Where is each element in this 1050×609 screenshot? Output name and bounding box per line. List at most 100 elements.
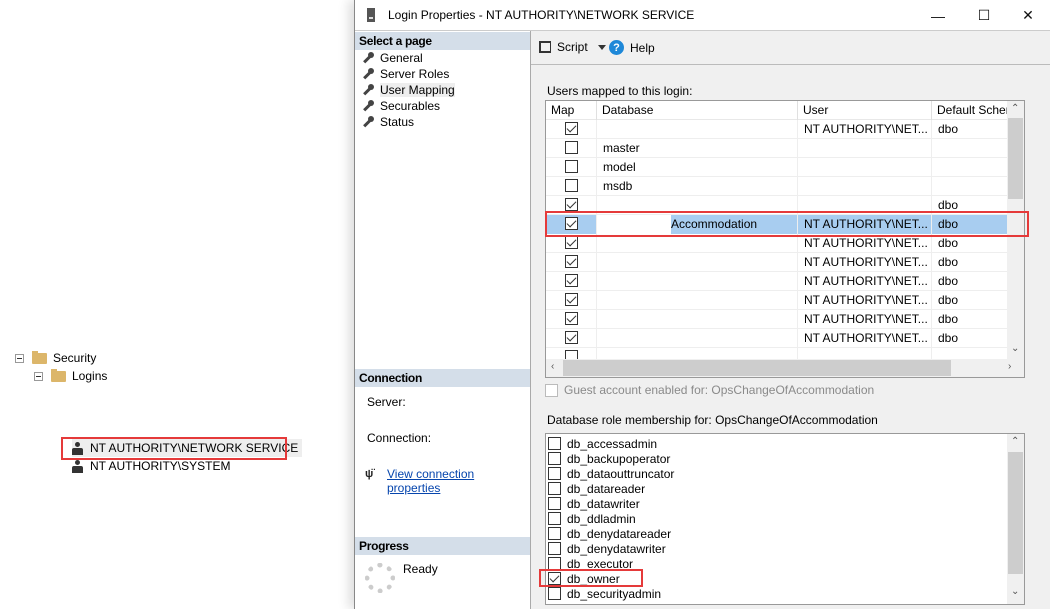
cell-map[interactable] bbox=[546, 215, 597, 234]
role-checkbox[interactable] bbox=[548, 452, 561, 465]
role-item[interactable]: db_datawriter bbox=[548, 496, 640, 511]
role-item[interactable]: db_dataouttruncator bbox=[548, 466, 674, 481]
cell-user[interactable]: NT AUTHORITY\NET... bbox=[798, 291, 932, 310]
chevron-down-icon[interactable] bbox=[597, 44, 606, 50]
map-checkbox[interactable] bbox=[564, 255, 578, 268]
table-row[interactable]: NT AUTHORITY\NET... dbo bbox=[546, 272, 1023, 291]
scroll-up-icon[interactable]: ⌃ bbox=[1011, 436, 1019, 447]
cell-map[interactable] bbox=[546, 291, 597, 310]
role-checkbox[interactable] bbox=[548, 542, 561, 555]
scroll-down-icon[interactable]: ⌄ bbox=[1011, 586, 1019, 597]
role-item[interactable]: db_backupoperator bbox=[548, 451, 670, 466]
cell-map[interactable] bbox=[546, 310, 597, 329]
cell-user[interactable] bbox=[798, 196, 932, 215]
map-checkbox[interactable] bbox=[564, 122, 578, 135]
cell-database[interactable] bbox=[597, 234, 798, 253]
cell-map[interactable] bbox=[546, 139, 597, 158]
scrollbar-thumb[interactable] bbox=[563, 360, 951, 376]
cell-user[interactable]: NT AUTHORITY\NET... bbox=[798, 120, 932, 139]
role-checkbox[interactable] bbox=[548, 512, 561, 525]
cell-database[interactable] bbox=[597, 272, 798, 291]
role-item[interactable]: db_ddladmin bbox=[548, 511, 636, 526]
cell-database[interactable] bbox=[597, 310, 798, 329]
column-header-database[interactable]: Database bbox=[597, 101, 798, 120]
role-item[interactable]: db_denydatawriter bbox=[548, 541, 666, 556]
collapse-icon[interactable] bbox=[34, 371, 43, 381]
role-item[interactable]: db_denydatareader bbox=[548, 526, 671, 541]
cell-database[interactable]: model bbox=[597, 158, 798, 177]
guest-account-checkbox[interactable]: Guest account enabled for: OpsChangeOfAc… bbox=[545, 383, 874, 397]
table-row[interactable]: NT AUTHORITY\NET... dbo bbox=[546, 120, 1023, 139]
scroll-right-icon[interactable]: › bbox=[1008, 361, 1011, 372]
role-item[interactable]: db_executor bbox=[548, 556, 633, 571]
minimize-button[interactable]: — bbox=[915, 0, 961, 31]
tree-node-network-service[interactable]: NT AUTHORITY\NETWORK SERVICE bbox=[72, 439, 303, 457]
scroll-down-icon[interactable]: ⌄ bbox=[1011, 343, 1019, 354]
role-item[interactable]: db_owner bbox=[548, 571, 620, 586]
map-checkbox[interactable] bbox=[564, 293, 578, 306]
scroll-left-icon[interactable]: ‹ bbox=[551, 361, 554, 372]
cell-database[interactable] bbox=[597, 329, 798, 348]
scrollbar-thumb[interactable] bbox=[1008, 452, 1023, 574]
collapse-icon[interactable] bbox=[15, 353, 24, 363]
page-user-mapping[interactable]: User Mapping bbox=[362, 82, 455, 98]
cell-map[interactable] bbox=[546, 329, 597, 348]
vertical-scrollbar[interactable]: ⌃ ⌄ bbox=[1007, 434, 1024, 604]
role-checkbox[interactable] bbox=[548, 527, 561, 540]
cell-user[interactable]: NT AUTHORITY\NET... bbox=[798, 329, 932, 348]
table-row[interactable]: msdb bbox=[546, 177, 1023, 196]
role-checkbox[interactable] bbox=[548, 437, 561, 450]
role-checkbox[interactable] bbox=[548, 557, 561, 570]
page-server-roles[interactable]: Server Roles bbox=[362, 66, 449, 82]
table-row[interactable]: model bbox=[546, 158, 1023, 177]
cell-user[interactable] bbox=[798, 158, 932, 177]
cell-user[interactable]: NT AUTHORITY\NET... bbox=[798, 272, 932, 291]
cell-user[interactable]: NT AUTHORITY\NET... bbox=[798, 215, 932, 234]
table-row[interactable]: NT AUTHORITY\NET... dbo bbox=[546, 291, 1023, 310]
cell-database[interactable] bbox=[597, 196, 798, 215]
help-button[interactable]: ? Help bbox=[609, 40, 655, 55]
cell-user[interactable] bbox=[798, 177, 932, 196]
tree-node-logins[interactable]: Logins bbox=[34, 367, 107, 385]
cell-database[interactable] bbox=[597, 291, 798, 310]
cell-database[interactable]: Accommodation bbox=[597, 215, 798, 234]
cell-user[interactable]: NT AUTHORITY\NET... bbox=[798, 253, 932, 272]
map-checkbox[interactable] bbox=[564, 331, 578, 344]
cell-map[interactable] bbox=[546, 196, 597, 215]
cell-user[interactable]: NT AUTHORITY\NET... bbox=[798, 310, 932, 329]
table-row[interactable]: NT AUTHORITY\NET... dbo bbox=[546, 234, 1023, 253]
map-checkbox[interactable] bbox=[564, 236, 578, 249]
cell-map[interactable] bbox=[546, 177, 597, 196]
role-item[interactable]: db_datareader bbox=[548, 481, 645, 496]
cell-database[interactable]: master bbox=[597, 139, 798, 158]
map-checkbox[interactable] bbox=[564, 312, 578, 325]
role-checkbox[interactable] bbox=[548, 587, 561, 600]
role-item[interactable]: db_accessadmin bbox=[548, 436, 657, 451]
page-status[interactable]: Status bbox=[362, 114, 414, 130]
maximize-button[interactable]: ☐ bbox=[961, 0, 1007, 31]
role-checkbox[interactable] bbox=[548, 467, 561, 480]
horizontal-scrollbar[interactable]: ‹ › bbox=[546, 359, 1024, 377]
cell-map[interactable] bbox=[546, 234, 597, 253]
map-checkbox[interactable] bbox=[564, 141, 578, 154]
tree-node-security[interactable]: Security bbox=[15, 349, 96, 367]
close-button[interactable]: ✕ bbox=[1005, 0, 1050, 31]
cell-map[interactable] bbox=[546, 272, 597, 291]
cell-map[interactable] bbox=[546, 253, 597, 272]
cell-database[interactable] bbox=[597, 120, 798, 139]
table-row[interactable]: master bbox=[546, 139, 1023, 158]
cell-user[interactable]: NT AUTHORITY\NET... bbox=[798, 234, 932, 253]
table-row[interactable]: dbo bbox=[546, 196, 1023, 215]
cell-map[interactable] bbox=[546, 158, 597, 177]
vertical-scrollbar[interactable]: ⌃ ⌄ bbox=[1007, 101, 1024, 360]
page-securables[interactable]: Securables bbox=[362, 98, 440, 114]
column-header-map[interactable]: Map bbox=[546, 101, 597, 120]
table-row[interactable]: NT AUTHORITY\NET... dbo bbox=[546, 253, 1023, 272]
table-row[interactable]: Accommodation NT AUTHORITY\NET... dbo bbox=[546, 215, 1023, 234]
role-checkbox[interactable] bbox=[548, 572, 561, 585]
role-checkbox[interactable] bbox=[548, 497, 561, 510]
checkbox[interactable] bbox=[545, 383, 558, 397]
cell-map[interactable] bbox=[546, 120, 597, 139]
page-general[interactable]: General bbox=[362, 50, 423, 66]
cell-database[interactable]: msdb bbox=[597, 177, 798, 196]
